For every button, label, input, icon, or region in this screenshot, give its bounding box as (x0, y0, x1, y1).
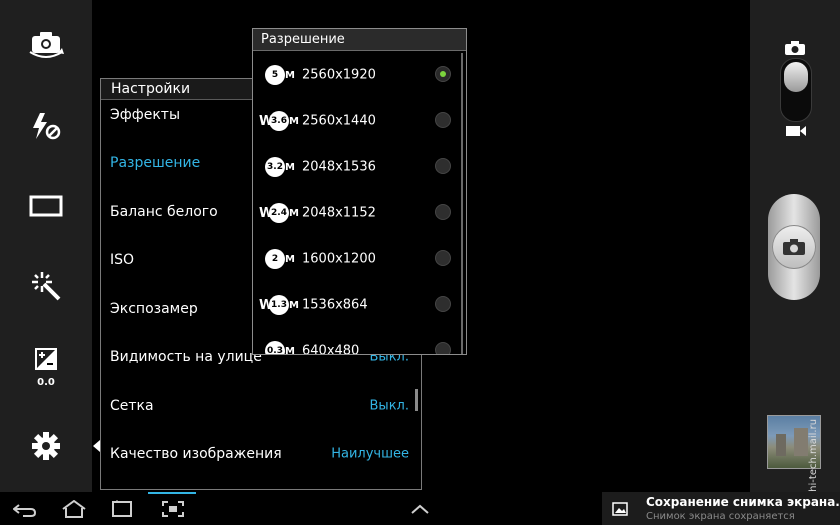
wide-megapixel-badge-icon: W 3.6 M (259, 110, 299, 132)
screenshot-icon (162, 501, 184, 517)
settings-row-image-quality[interactable]: Качество изображения Наилучшее (101, 430, 421, 478)
shutter-inner (772, 225, 816, 269)
settings-row-label: Экспозамер (110, 301, 198, 317)
shooting-mode-icon (29, 195, 63, 217)
resolution-option-label: 1536x864 (302, 297, 368, 313)
resolution-scrollbar[interactable] (461, 53, 463, 354)
menu-up-button[interactable] (408, 496, 432, 522)
settings-row-label: Эффекты (110, 107, 180, 123)
chevron-up-icon (411, 504, 429, 514)
mode-switch-knob[interactable] (784, 62, 808, 92)
settings-gear-icon (32, 432, 60, 460)
radio-unselected[interactable] (435, 112, 451, 128)
megapixel-badge-icon: 0.3 M (259, 340, 295, 354)
resolution-option-2048x1152[interactable]: W 2.4 M 2048x1152 (253, 190, 466, 236)
picture-icon (612, 502, 628, 516)
resolution-option-1600x1200[interactable]: 2M 1600x1200 (253, 236, 466, 282)
shooting-mode-button[interactable] (14, 182, 78, 230)
resolution-popup-header: Разрешение (253, 29, 466, 51)
resolution-popup: Разрешение 5M 2560x1920 W 3.6 M 2560x1440 … (252, 28, 467, 355)
settings-row-label: Качество изображения (110, 446, 282, 462)
radio-unselected[interactable] (435, 296, 451, 312)
resolution-popup-title: Разрешение (261, 32, 345, 47)
radio-unselected[interactable] (435, 158, 451, 174)
resolution-option-label: 2048x1152 (302, 205, 376, 221)
exposure-icon (35, 348, 57, 370)
resolution-option-label: 1600x1200 (302, 251, 376, 267)
resolution-option-640x480[interactable]: 0.3 M 640x480 (253, 328, 466, 355)
settings-pointer-arrow (93, 440, 100, 452)
notification-title: Сохранение снимка экрана... (646, 495, 840, 509)
recent-apps-icon (112, 500, 132, 517)
video-mode-icon (786, 126, 806, 136)
wide-megapixel-badge-icon: W 1.3 M (259, 294, 299, 316)
settings-row-label: ISO (110, 252, 135, 268)
resolution-option-label: 2560x1440 (302, 113, 376, 129)
radio-selected[interactable] (435, 66, 451, 82)
shutter-button[interactable] (768, 194, 820, 300)
settings-button[interactable] (14, 422, 78, 470)
camera-video-mode-switch[interactable] (780, 58, 812, 122)
screenshot-notification[interactable]: Сохранение снимка экрана... Снимок экран… (602, 492, 840, 525)
settings-row-value: Наилучшее (331, 446, 409, 462)
resolution-option-2560x1440[interactable]: W 3.6 M 2560x1440 (253, 98, 466, 144)
scene-mode-button[interactable] (14, 262, 78, 310)
radio-unselected[interactable] (435, 204, 451, 220)
megapixel-badge-icon: 5M (259, 64, 295, 86)
radio-unselected[interactable] (435, 342, 451, 354)
resolution-option-label: 2560x1920 (302, 67, 376, 83)
left-toolbar: 0.0 (0, 0, 92, 492)
back-button[interactable] (10, 496, 40, 522)
exposure-value: 0.0 (37, 377, 55, 388)
camera-shutter-icon (783, 239, 805, 255)
flash-off-icon (33, 113, 61, 140)
settings-scrollbar[interactable] (415, 389, 418, 411)
recent-apps-button[interactable] (108, 496, 138, 522)
flash-button[interactable] (14, 102, 78, 150)
megapixel-badge-icon: 2M (259, 248, 295, 270)
screenshot-button[interactable] (158, 496, 188, 522)
radio-unselected[interactable] (435, 250, 451, 266)
back-icon (13, 504, 37, 517)
resolution-option-2560x1920[interactable]: 5M 2560x1920 (253, 52, 466, 98)
exposure-button[interactable]: 0.0 (14, 344, 78, 388)
notification-subtitle: Снимок экрана сохраняется (646, 511, 795, 522)
home-icon (62, 500, 86, 518)
settings-row-value: Выкл. (369, 398, 409, 414)
megapixel-badge-icon: 3.2 M (259, 156, 295, 178)
settings-row-label: Разрешение (110, 155, 201, 171)
settings-row-label: Сетка (110, 398, 154, 414)
resolution-option-label: 640x480 (302, 343, 360, 355)
settings-row-label: Видимость на улице (110, 349, 262, 365)
resolution-option-label: 2048x1536 (302, 159, 376, 175)
wide-megapixel-badge-icon: W 2.4 M (259, 202, 299, 224)
self-portrait-button[interactable] (14, 20, 78, 68)
resolution-option-2048x1536[interactable]: 3.2 M 2048x1536 (253, 144, 466, 190)
scene-mode-icon (32, 272, 61, 301)
self-portrait-icon (29, 32, 64, 58)
home-button[interactable] (58, 496, 90, 522)
settings-row-label: Баланс белого (110, 204, 218, 220)
active-nav-indicator (148, 492, 196, 494)
resolution-option-1536x864[interactable]: W 1.3 M 1536x864 (253, 282, 466, 328)
camera-mode-icon (785, 41, 805, 55)
settings-row-grid[interactable]: Сетка Выкл. (101, 382, 421, 430)
